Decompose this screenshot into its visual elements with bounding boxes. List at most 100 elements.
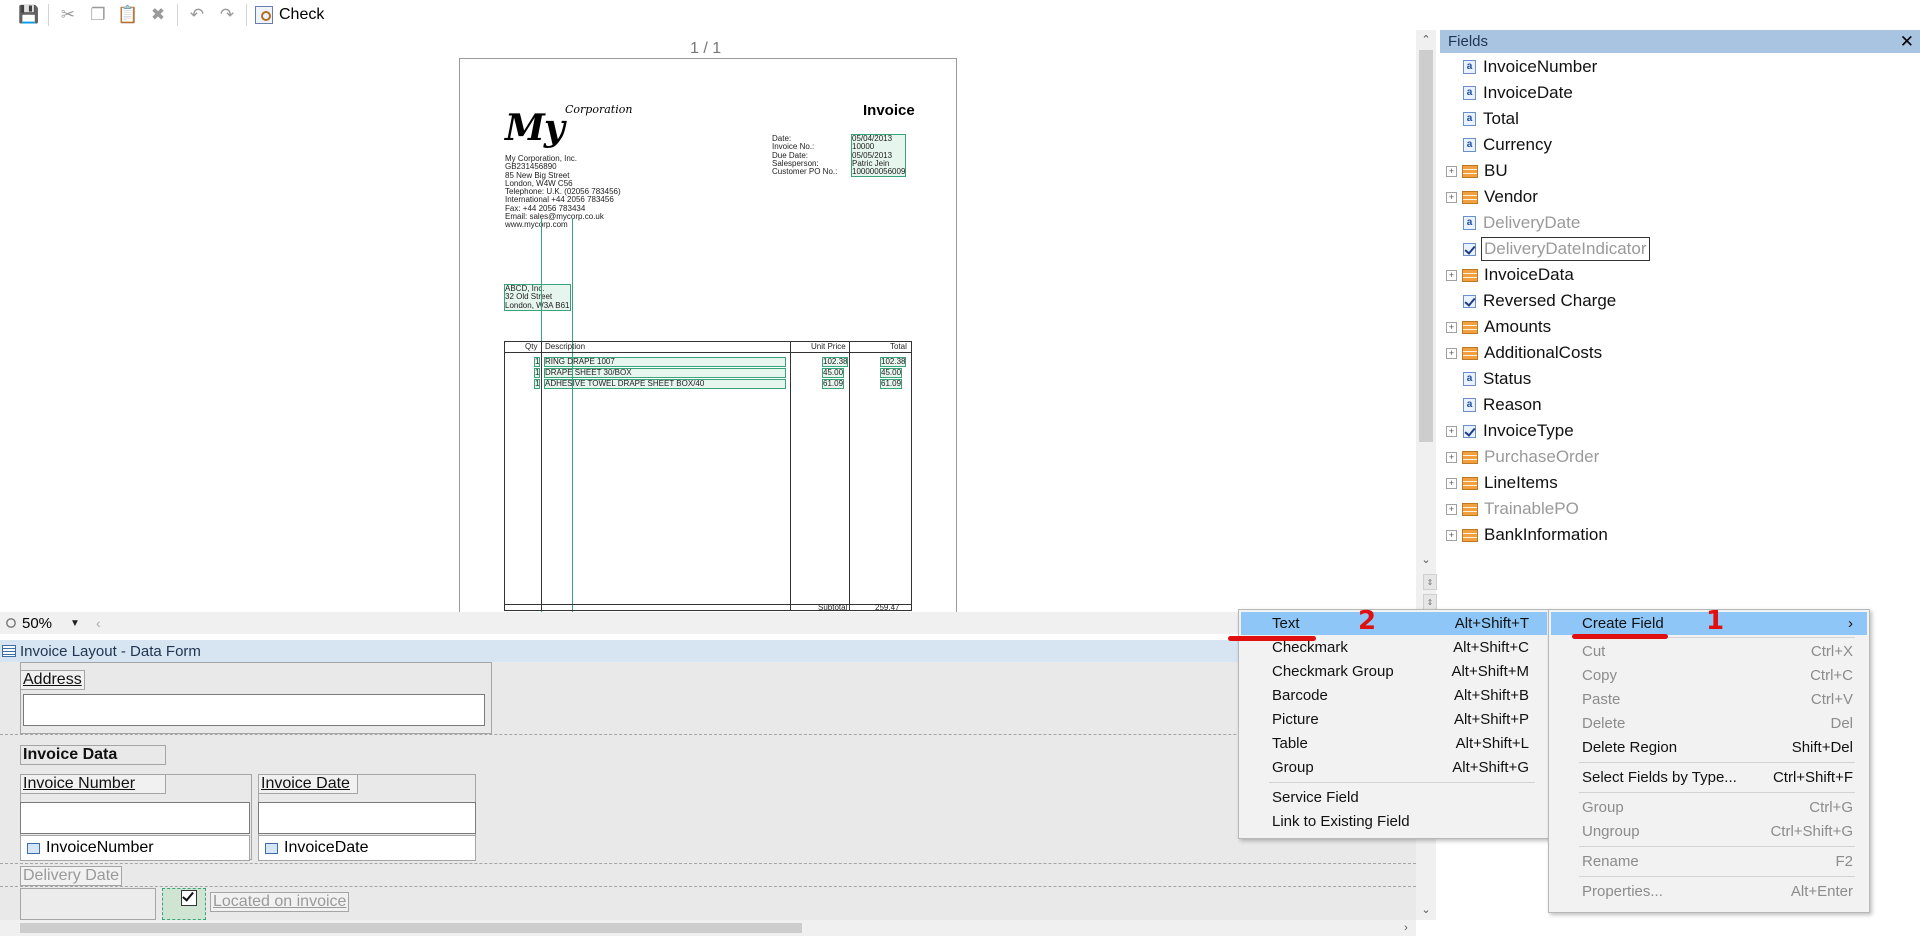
group-icon (1462, 164, 1478, 178)
context-item-copy[interactable]: Copy Ctrl+C (1551, 664, 1867, 687)
expand-icon[interactable]: + (1446, 321, 1457, 333)
field-item-invoicenumber[interactable]: a InvoiceNumber (1440, 54, 1599, 80)
zoom-dropdown-icon[interactable]: ▼ (70, 618, 80, 629)
field-item-total[interactable]: a Total (1440, 106, 1521, 132)
context-item-properties[interactable]: Properties... Alt+Enter (1551, 880, 1867, 903)
scroll-down-icon[interactable]: ⌄ (1416, 900, 1436, 918)
field-item-currency[interactable]: a Currency (1440, 132, 1554, 158)
expand-icon[interactable]: + (1446, 451, 1457, 463)
expand-icon[interactable]: + (1446, 503, 1457, 515)
menu-item-shortcut: Ctrl+G (1809, 799, 1853, 816)
submenu-item-text[interactable]: Text Alt+Shift+T (1241, 612, 1547, 635)
expand-icon[interactable]: + (1446, 529, 1457, 541)
field-item-additionalcosts[interactable]: + AdditionalCosts (1440, 340, 1604, 366)
submenu-item-barcode[interactable]: Barcode Alt+Shift+B (1241, 684, 1547, 707)
group-icon (1462, 268, 1478, 282)
invoice-date-field[interactable] (258, 802, 476, 834)
close-icon[interactable]: ✕ (1900, 32, 1914, 52)
address-field[interactable] (23, 694, 485, 726)
menu-item-label: Table (1272, 735, 1308, 752)
submenu-item-picture[interactable]: Picture Alt+Shift+P (1241, 708, 1547, 731)
context-item-delete-region[interactable]: Delete Region Shift+Del (1551, 736, 1867, 759)
address-label[interactable]: Address (20, 670, 85, 690)
scroll-up-icon[interactable]: ⌃ (1416, 30, 1436, 48)
field-item-invoicedata[interactable]: + InvoiceData (1440, 262, 1576, 288)
invoice-number-field[interactable] (20, 802, 250, 834)
undo-icon[interactable]: ↶ (182, 2, 212, 28)
located-on-invoice-label[interactable]: Located on invoice (210, 892, 350, 912)
document-viewer[interactable]: 1 / 1 My Corporation Invoice My Corporat… (0, 30, 1420, 612)
context-item-cut[interactable]: Cut Ctrl+X (1551, 640, 1867, 663)
context-item-group[interactable]: Group Ctrl+G (1551, 796, 1867, 819)
field-item-reason[interactable]: a Reason (1440, 392, 1544, 418)
text-field-icon: a (1463, 60, 1476, 74)
field-item-trainablepo[interactable]: + TrainablePO (1440, 496, 1581, 522)
field-item-status[interactable]: a Status (1440, 366, 1533, 392)
field-item-label: Reversed Charge (1483, 291, 1617, 310)
menu-item-label: Picture (1272, 711, 1319, 728)
menu-item-shortcut: Alt+Shift+T (1454, 615, 1529, 632)
delivery-indicator-selection[interactable] (162, 888, 206, 920)
expand-icon[interactable]: + (1446, 269, 1457, 281)
paste-icon[interactable]: 📋 (113, 2, 143, 28)
submenu-item-group[interactable]: Group Alt+Shift+G (1241, 756, 1547, 779)
context-item-delete[interactable]: Delete Del (1551, 712, 1867, 735)
field-item-reversed-charge[interactable]: Reversed Charge (1440, 288, 1618, 314)
context-item-rename[interactable]: Rename F2 (1551, 850, 1867, 873)
field-item-amounts[interactable]: + Amounts (1440, 314, 1553, 340)
context-item-select-fields-by-type[interactable]: Select Fields by Type... Ctrl+Shift+F (1551, 766, 1867, 789)
page-counter: 1 / 1 (690, 40, 722, 57)
zoom-level[interactable]: 50% (22, 615, 52, 632)
context-item-ungroup[interactable]: Ungroup Ctrl+Shift+G (1551, 820, 1867, 843)
scroll-right-icon[interactable]: › (1396, 919, 1416, 937)
context-item-paste[interactable]: Paste Ctrl+V (1551, 688, 1867, 711)
form-hscroll-thumb[interactable] (20, 923, 802, 933)
scroll-left-icon[interactable]: ‹ (96, 615, 101, 631)
delivery-date-field[interactable] (20, 888, 156, 920)
invoice-number-source[interactable]: InvoiceNumber (20, 835, 250, 861)
expand-icon[interactable]: + (1446, 425, 1457, 437)
submenu-item-checkmark-group[interactable]: Checkmark Group Alt+Shift+M (1241, 660, 1547, 683)
invoice-date-source[interactable]: InvoiceDate (258, 835, 476, 861)
field-item-invoicedate[interactable]: a InvoiceDate (1440, 80, 1575, 106)
subtotal-label: Subtotal (818, 603, 848, 612)
field-item-vendor[interactable]: + Vendor (1440, 184, 1540, 210)
invoice-page-image[interactable]: My Corporation Invoice My Corporation, I… (459, 58, 957, 612)
check-icon (255, 6, 273, 24)
check-button[interactable]: Check (251, 2, 328, 28)
field-item-bankinformation[interactable]: + BankInformation (1440, 522, 1610, 548)
field-item-deliverydateindicator[interactable]: DeliveryDateIndicator (1440, 236, 1650, 262)
expand-icon[interactable]: + (1446, 165, 1457, 177)
cut-icon[interactable]: ✂ (53, 2, 83, 28)
copy-icon[interactable]: ❐ (83, 2, 113, 28)
delete-icon[interactable]: ✖ (143, 2, 173, 28)
data-form-canvas[interactable]: Address Invoice Data Invoice Number Invo… (0, 662, 1416, 920)
scroll-down-icon[interactable]: ⌄ (1416, 550, 1436, 568)
table-header-total: Total (890, 342, 907, 351)
submenu-item-service-field[interactable]: Service Field (1241, 786, 1547, 809)
region-divider (0, 863, 1416, 864)
field-item-bu[interactable]: + BU (1440, 158, 1510, 184)
expand-icon[interactable]: + (1446, 191, 1457, 203)
splitter-handle-icon[interactable]: ⇕ (1423, 594, 1437, 610)
save-icon[interactable]: 💾 (14, 2, 44, 28)
field-item-deliverydate[interactable]: a DeliveryDate (1440, 210, 1582, 236)
submenu-item-link-to-existing-field[interactable]: Link to Existing Field (1241, 810, 1547, 833)
splitter-handle-icon[interactable]: ⇕ (1423, 574, 1437, 590)
delivery-date-label[interactable]: Delivery Date (20, 866, 123, 886)
row-1-total: 102.38 (879, 356, 907, 368)
viewer-vertical-scrollbar[interactable]: ⌃ ⌄ (1416, 30, 1436, 612)
submenu-item-table[interactable]: Table Alt+Shift+L (1241, 732, 1547, 755)
form-horizontal-scrollbar[interactable]: › (0, 920, 1416, 936)
viewer-scroll-thumb[interactable] (1419, 50, 1433, 442)
redo-icon[interactable]: ↷ (212, 2, 242, 28)
expand-icon[interactable]: + (1446, 347, 1457, 359)
step-2-annotation: 2 (1358, 606, 1377, 636)
expand-icon[interactable]: + (1446, 477, 1457, 489)
field-item-lineitems[interactable]: + LineItems (1440, 470, 1560, 496)
field-item-purchaseorder[interactable]: + PurchaseOrder (1440, 444, 1601, 470)
field-item-label: PurchaseOrder (1484, 447, 1600, 466)
invoice-data-label[interactable]: Invoice Data (20, 745, 166, 765)
field-item-invoicetype[interactable]: + InvoiceType (1440, 418, 1576, 444)
checkmark-icon (1463, 242, 1476, 256)
